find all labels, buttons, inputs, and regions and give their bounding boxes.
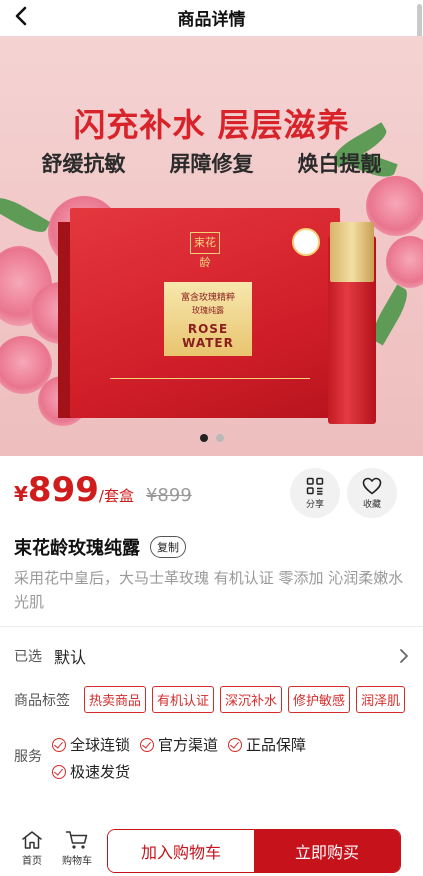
box-label-en: ROSE WATER: [182, 322, 234, 350]
service-list: 全球连锁 官方渠道 正品保障 极速发货: [52, 734, 382, 782]
leaf-decoration: [0, 192, 51, 238]
check-circle-icon: [228, 737, 243, 752]
chevron-right-icon: [400, 649, 408, 663]
back-button[interactable]: [8, 2, 34, 30]
tags-label: 商品标签: [14, 692, 70, 709]
service-item-label: 官方渠道: [158, 736, 219, 754]
bottle-cap: [330, 222, 374, 282]
cart-label: 购物车: [62, 856, 92, 867]
product-tag[interactable]: 润泽肌: [356, 686, 406, 713]
original-price: ¥899: [145, 485, 192, 506]
service-item: 官方渠道: [140, 734, 218, 755]
product-tag[interactable]: 热卖商品: [84, 686, 147, 713]
top-nav-bar: 商品详情: [0, 0, 423, 34]
box-feature-strip: [110, 378, 310, 400]
buy-now-button[interactable]: 立即购买: [254, 830, 400, 872]
share-button[interactable]: 分享: [290, 468, 340, 518]
carousel-dot[interactable]: [215, 434, 224, 442]
product-detail-page: 商品详情 闪充补水 层层滋养 舒缓抗敏 屏障修复 焕白提靓 束花龄 富含玫瑰精粹…: [0, 0, 423, 876]
selected-value: 默认: [54, 648, 87, 667]
favorite-button[interactable]: 收藏: [347, 468, 397, 518]
add-to-cart-button[interactable]: 加入购物车: [108, 830, 254, 872]
hero-benefit: 焕白提靓: [297, 152, 382, 176]
service-label: 服务: [14, 749, 42, 765]
service-item: 正品保障: [228, 734, 306, 755]
home-icon: [22, 831, 42, 849]
price-row: ¥ 899 /套盒 ¥899: [14, 470, 192, 510]
home-label: 首页: [22, 856, 42, 867]
share-grid-icon: [306, 477, 324, 495]
heart-icon: [362, 477, 382, 494]
rose-decoration: [366, 176, 423, 236]
hero-benefit: 舒缓抗敏: [41, 152, 126, 176]
price-currency: ¥: [14, 482, 28, 506]
product-description: 采用花中皇后，大马士革玫瑰 有机认证 零添加 沁润柔嫩水光肌: [14, 569, 404, 611]
carousel-indicator: [0, 434, 423, 442]
check-circle-icon: [52, 764, 66, 779]
product-tag[interactable]: 有机认证: [152, 686, 215, 713]
service-item-label: 极速发货: [70, 763, 131, 781]
selected-label: 已选: [14, 649, 42, 665]
price-unit: /套盒: [98, 487, 134, 505]
purchase-buttons: 加入购物车 立即购买: [107, 829, 401, 873]
section-divider: [0, 626, 423, 627]
service-row: 服务 全球连锁 官方渠道 正品保障 极速发货: [14, 734, 414, 782]
box-label-mid: 玫瑰纯露: [192, 306, 224, 315]
favorite-label: 收藏: [362, 499, 381, 510]
back-arrow-icon: [15, 6, 27, 26]
brand-logo: 束花龄: [190, 232, 220, 269]
hero-headline: 闪充补水 层层滋养: [73, 106, 350, 144]
rose-badge-icon: [292, 228, 320, 256]
hero-benefit: 屏障修复: [169, 152, 254, 176]
page-title: 商品详情: [177, 9, 246, 30]
service-item: 全球连锁: [52, 734, 130, 755]
box-label: 富含玫瑰精粹 玫瑰纯露 ROSE WATER: [164, 282, 252, 356]
service-item-label: 全球连锁: [70, 736, 131, 754]
copy-button[interactable]: 复制: [150, 536, 186, 558]
product-tag[interactable]: 修护敏感: [288, 686, 351, 713]
box-label-top: 富含玫瑰精粹: [180, 293, 235, 303]
gift-box-image: 束花龄 富含玫瑰精粹 玫瑰纯露 ROSE WATER: [70, 208, 340, 418]
share-label: 分享: [305, 499, 324, 510]
check-circle-icon: [140, 737, 155, 752]
bottom-action-bar: 首页 购物车 加入购物车 立即购买: [0, 826, 423, 876]
carousel-dot-active[interactable]: [199, 434, 208, 442]
cart-button[interactable]: 购物车: [55, 830, 99, 867]
product-tag[interactable]: 深沉补水: [220, 686, 283, 713]
product-title-row: 束花龄玫瑰纯露 复制: [14, 534, 186, 560]
rose-decoration: [386, 236, 423, 288]
service-item-label: 正品保障: [246, 736, 307, 754]
check-circle-icon: [52, 737, 66, 752]
cart-icon: [65, 831, 88, 849]
product-image-carousel[interactable]: 闪充补水 层层滋养 舒缓抗敏 屏障修复 焕白提靓 束花龄 富含玫瑰精粹 玫瑰纯露…: [0, 36, 423, 456]
service-item: 极速发货: [52, 761, 130, 782]
product-tags: 商品标签 热卖商品 有机认证 深沉补水 修护敏感 润泽肌: [14, 686, 423, 713]
spec-selector[interactable]: 已选 默认: [14, 644, 409, 668]
product-name: 束花龄玫瑰纯露: [14, 538, 140, 559]
hero-benefits: 舒缓抗敏 屏障修复 焕白提靓: [0, 148, 423, 178]
home-button[interactable]: 首页: [10, 830, 54, 867]
price-amount: 899: [27, 470, 99, 510]
